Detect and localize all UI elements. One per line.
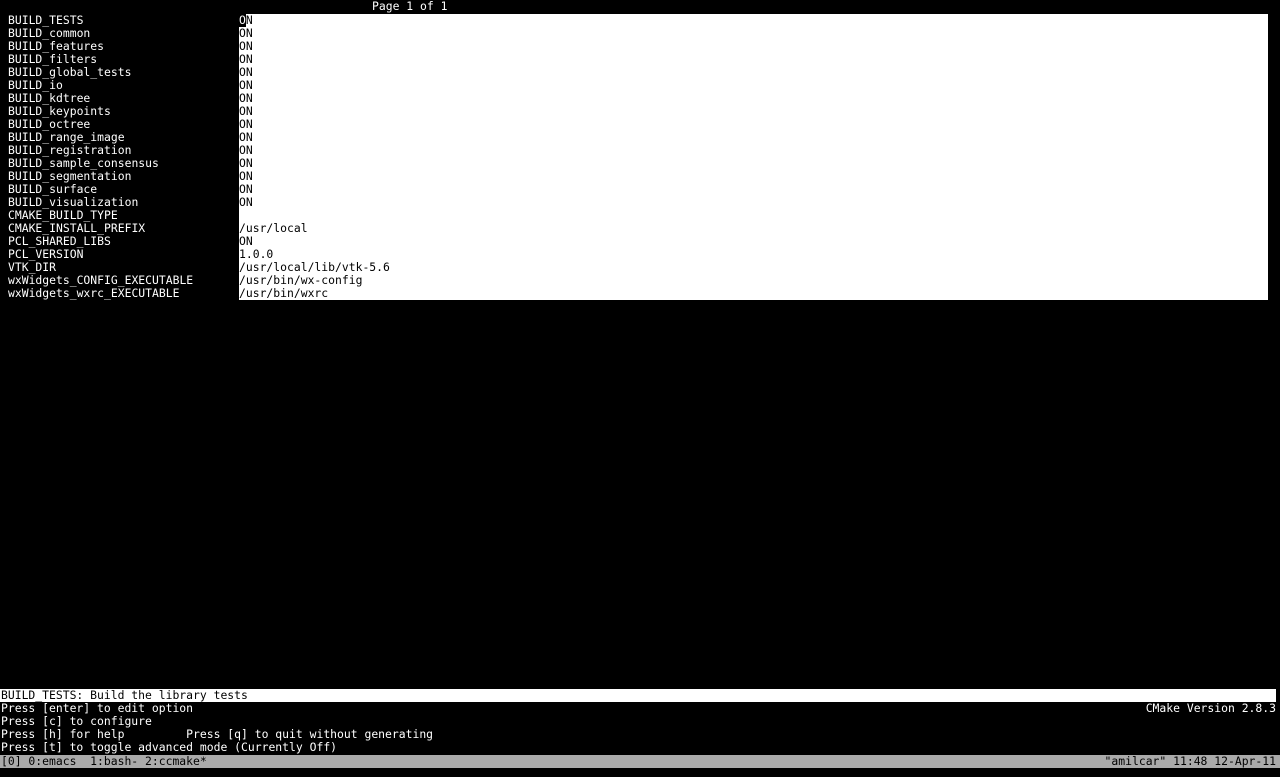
page-indicator: Page 1 of 1	[372, 0, 448, 13]
entry-value-rest: N	[245, 13, 253, 27]
entry-value[interactable]: ON	[239, 196, 253, 209]
cache-entry-row[interactable]: wxWidgets_wxrc_EXECUTABLE/usr/bin/wxrc	[0, 287, 1268, 300]
tmux-host-clock: "amilcar" 11:48 12-Apr-11	[1104, 754, 1276, 768]
cache-entry-row[interactable]: CMAKE_BUILD_TYPE	[0, 209, 1268, 222]
cache-entry-row[interactable]: PCL_SHARED_LIBS ON	[0, 235, 1268, 248]
cache-entry-row[interactable]: BUILD_octree ON	[0, 118, 1268, 131]
cmake-version: CMake Version 2.8.3	[1145, 701, 1276, 715]
cache-entry-row[interactable]: BUILD_TESTS ON	[0, 13, 1268, 27]
tmux-window-list[interactable]: [0] 0:emacs 1:bash- 2:ccmake*	[1, 755, 207, 768]
cache-entry-row[interactable]: BUILD_range_image ON	[0, 131, 1268, 144]
cache-entry-row[interactable]: BUILD_io ON	[0, 79, 1268, 92]
cache-entry-row[interactable]: BUILD_sample_consensus ON	[0, 157, 1268, 170]
cache-entry-row[interactable]: BUILD_registration ON	[0, 144, 1268, 157]
cache-entry-row[interactable]: wxWidgets_CONFIG_EXECUTABLE/usr/bin/wx-c…	[0, 274, 1268, 287]
cache-entry-row[interactable]: BUILD_visualization ON	[0, 196, 1268, 209]
cache-entry-row[interactable]: BUILD_kdtree ON	[0, 92, 1268, 105]
text-cursor: O	[239, 13, 246, 27]
cache-entry-row[interactable]: BUILD_global_tests ON	[0, 66, 1268, 79]
entry-value[interactable]: /usr/bin/wxrc	[239, 287, 328, 300]
tmux-status-bar: [0] 0:emacs 1:bash- 2:ccmake* "amilcar" …	[0, 755, 1280, 768]
cache-entry-row[interactable]: BUILD_keypoints ON	[0, 105, 1268, 118]
cache-entry-row[interactable]: BUILD_common ON	[0, 27, 1268, 40]
cache-entry-row[interactable]: BUILD_segmentation ON	[0, 170, 1268, 183]
entry-key: wxWidgets_wxrc_EXECUTABLE	[8, 286, 180, 300]
cache-entry-row[interactable]: PCL_VERSION 1.0.0	[0, 248, 1268, 261]
help-toggle-advanced: Press [t] to toggle advanced mode (Curre…	[1, 740, 338, 754]
cache-entry-row[interactable]: CMAKE_INSTALL_PREFIX/usr/local	[0, 222, 1268, 235]
cache-entry-row[interactable]: BUILD_features ON	[0, 40, 1268, 53]
cache-entry-row[interactable]: BUILD_surface ON	[0, 183, 1268, 196]
cache-entry-row[interactable]: BUILD_filters ON	[0, 53, 1268, 66]
